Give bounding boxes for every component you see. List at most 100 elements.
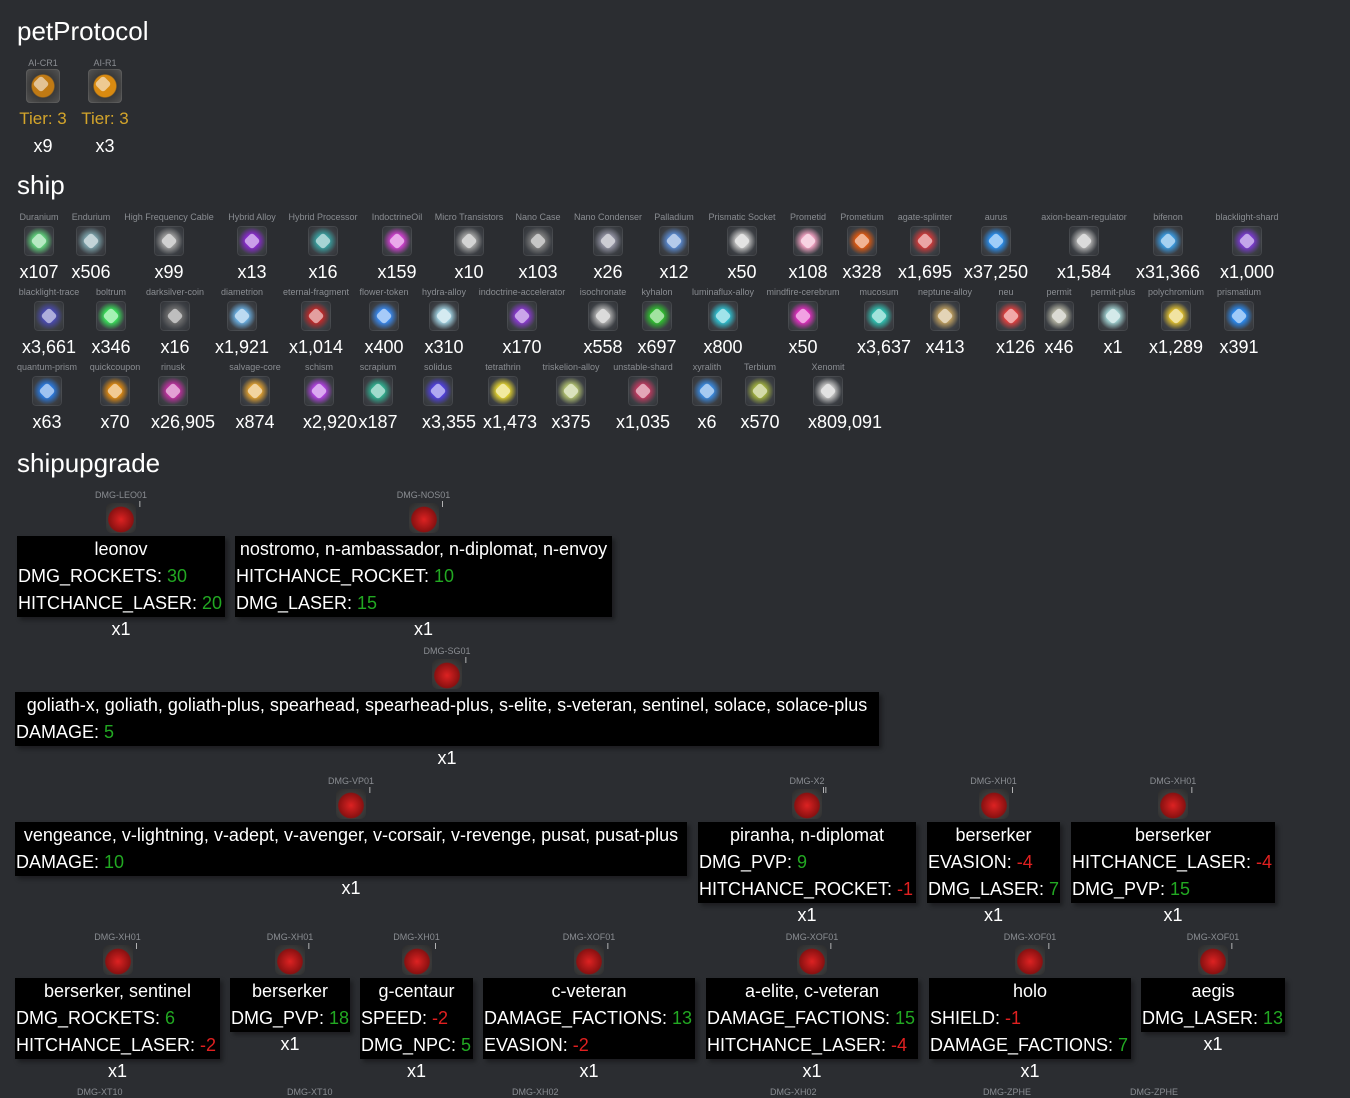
stat-value: 15	[1170, 879, 1191, 899]
item-label: Xenomit	[811, 362, 845, 372]
item-label: bifenon	[1153, 212, 1183, 222]
item-count: x6	[697, 412, 717, 432]
stat-line: DMG_LASER: 15	[236, 590, 611, 617]
stat-value: 15	[895, 1008, 916, 1028]
resource-icon	[507, 301, 537, 331]
upgrade-module-icon: I	[275, 943, 310, 975]
stat-line: DMG_ROCKETS: 6	[16, 1005, 219, 1032]
item-count: x46	[1044, 337, 1074, 357]
item-count: x9	[33, 136, 53, 156]
item-count: x1,921	[214, 337, 270, 357]
stat-key: DMG_ROCKETS:	[18, 566, 168, 586]
item-count: x3,637	[857, 337, 912, 357]
upgrade-stats-box: berserker EVASION: -4 DMG_LASER: 7	[927, 822, 1060, 903]
section-title-ship: ship	[17, 170, 65, 200]
stat-key: SHIELD:	[930, 1008, 1006, 1028]
item-label: aurus	[984, 212, 1008, 222]
compatible-ships: berserker	[251, 981, 329, 1001]
item-label: hydra-alloy	[421, 287, 467, 297]
upgrade-id: DMG-XOF01	[1186, 932, 1240, 942]
upgrade-stats-box: leonov DMG_ROCKETS: 30 HITCHANCE_LASER: 20	[17, 536, 225, 617]
upgrade-count: x1	[437, 748, 457, 768]
item-label: solidus	[423, 362, 452, 372]
item-label: blacklight-trace	[18, 287, 80, 297]
ship-item: schism x2,920	[303, 362, 357, 433]
ship-item: eternal-fragment x1,014	[279, 287, 353, 358]
stat-line: SHIELD: -1	[930, 1005, 1130, 1032]
item-count: x1,035	[615, 412, 671, 432]
stat-value: -4	[891, 1035, 908, 1055]
ship-item: quantum-prism x63	[14, 362, 80, 433]
resource-icon	[240, 376, 270, 406]
upgrade-id: DMG-XOF01	[785, 932, 839, 942]
upgrade-count: x1	[579, 1061, 599, 1081]
compatible-ships: berserker, sentinel	[43, 981, 192, 1001]
item-label: eternal-fragment	[282, 287, 350, 297]
resource-icon	[369, 301, 399, 331]
item-count: x1	[1103, 337, 1123, 357]
item-label: flower-token	[359, 287, 409, 297]
upgrade-stats-box: c-veteran DAMAGE_FACTIONS: 13 EVASION: -2	[483, 978, 695, 1059]
compatible-ships: aegis	[1191, 981, 1235, 1001]
resource-icon	[154, 226, 184, 256]
resource-icon	[158, 376, 188, 406]
ship-item: High Frequency Cable x99	[121, 212, 217, 283]
upgrade-module-icon: I	[106, 501, 141, 533]
resource-icon	[454, 226, 484, 256]
ship-item: darksilver-coin x16	[141, 287, 209, 358]
ship-item: boltrum x346	[91, 287, 131, 358]
upgrade-stats-box: berserker, sentinel DMG_ROCKETS: 6 HITCHAN…	[15, 978, 220, 1059]
item-count: x31,366	[1136, 262, 1201, 282]
stat-value: 7	[1118, 1035, 1129, 1055]
stat-key: HITCHANCE_ROCKET:	[699, 879, 898, 899]
stat-key: DMG_PVP:	[1072, 879, 1171, 899]
item-count: x12	[659, 262, 689, 282]
stat-value: 7	[1049, 879, 1060, 899]
upgrade-card: DMG-XOF01 Iaegis DMG_LASER: 13 x1	[1141, 932, 1285, 1055]
stat-value: 20	[202, 593, 223, 613]
item-label: scrapium	[359, 362, 397, 372]
upgrade-module-icon: I	[978, 787, 1014, 819]
item-count: x63	[32, 412, 62, 432]
upgrade-stats-box: berserker DMG_PVP: 18	[230, 978, 350, 1032]
compatible-ships: nostromo, n-ambassador, n-diplomat, n-en…	[239, 539, 608, 559]
upgrade-card: DMG-NOS01 Inostromo, n-ambassador, n-dipl…	[235, 490, 612, 640]
resource-icon	[981, 226, 1011, 256]
item-label: Hybrid Alloy	[228, 212, 276, 222]
stat-key: DAMAGE_FACTIONS:	[707, 1008, 896, 1028]
item-label: polychromium	[1147, 287, 1205, 297]
item-label: Endurium	[71, 212, 111, 222]
upgrade-count: x1	[107, 1061, 127, 1081]
compatible-ships: berserker	[955, 825, 1032, 845]
item-count: x809,091	[808, 412, 883, 432]
tier-numeral: I	[1190, 786, 1193, 795]
item-label: xyralith	[692, 362, 722, 372]
item-count: x310	[424, 337, 464, 357]
item-label: Hybrid Processor	[288, 212, 358, 222]
tier-numeral: I	[368, 786, 371, 795]
ship-item: Nano Condenser x26	[571, 212, 645, 283]
item-label: Terbium	[743, 362, 776, 372]
upgrade-module-icon: I	[797, 943, 832, 975]
ship-item: quickcoupon x70	[87, 362, 143, 433]
item-label: axion-beam-regulator	[1041, 212, 1127, 222]
stat-key: HITCHANCE_LASER:	[16, 1035, 201, 1055]
item-label: neu	[998, 287, 1014, 297]
item-label: Nano Condenser	[573, 212, 643, 222]
ship-item: kyhalon x697	[637, 287, 677, 358]
resource-icon	[593, 226, 623, 256]
item-label: schism	[304, 362, 333, 372]
resource-icon	[910, 226, 940, 256]
resource-icon	[100, 376, 130, 406]
tier-label: Tier: 3	[19, 109, 67, 128]
item-label: diametrion	[220, 287, 264, 297]
item-label: isochronate	[579, 287, 627, 297]
item-label: Palladium	[654, 212, 694, 222]
item-label: triskelion-alloy	[542, 362, 600, 372]
resource-icon	[160, 301, 190, 331]
resource-icon	[996, 301, 1026, 331]
upgrade-id: DMG-XH01	[266, 932, 314, 942]
item-label: tetrathrin	[485, 362, 521, 372]
upgrade-stats-box: vengeance, v-lightning, v-adept, v-aveng…	[15, 822, 687, 876]
item-label: permit	[1046, 287, 1072, 297]
